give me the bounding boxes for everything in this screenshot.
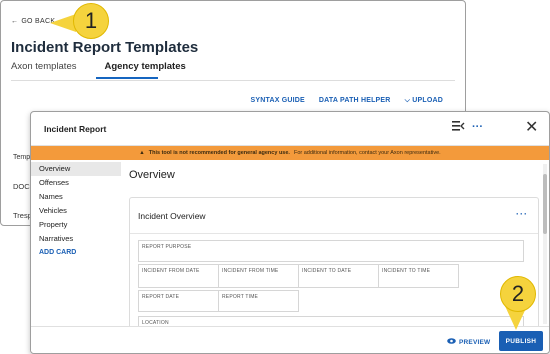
- go-back-link[interactable]: ← GO BACK: [11, 18, 55, 25]
- report-purpose-field[interactable]: REPORT PURPOSE: [138, 240, 524, 262]
- content-scrollbar[interactable]: [543, 164, 547, 324]
- card-more-icon[interactable]: ···: [516, 209, 528, 219]
- upload-label: UPLOAD: [412, 97, 443, 104]
- warning-bold-text: This tool is not recommended for general…: [148, 150, 290, 156]
- preview-label: PREVIEW: [459, 338, 491, 346]
- template-tabs: Axon templates Agency templates: [11, 61, 186, 72]
- add-card-button[interactable]: ADD CARD: [31, 246, 121, 260]
- upload-button[interactable]: ⌵ UPLOAD: [405, 97, 443, 105]
- chevron-down-icon: ⌵: [404, 97, 411, 104]
- page-title: Incident Report Templates: [11, 39, 199, 56]
- sidebar-item-names[interactable]: Names: [31, 190, 121, 204]
- close-icon[interactable]: ✕: [525, 117, 538, 137]
- incident-to-date-field[interactable]: INCIDENT TO DATE: [298, 264, 379, 288]
- tab-axon-templates[interactable]: Axon templates: [11, 61, 76, 72]
- modal-header: Incident Report ··· ✕: [31, 112, 549, 146]
- eye-icon: [447, 338, 456, 346]
- warning-banner: ▲ This tool is not recommended for gener…: [31, 146, 549, 160]
- incident-overview-card: Incident Overview ··· REPORT PURPOSE INC…: [129, 197, 539, 347]
- sidebar-item-overview[interactable]: Overview: [31, 162, 121, 176]
- section-sidebar: Overview Offenses Names Vehicles Propert…: [31, 162, 121, 332]
- incident-to-time-field[interactable]: INCIDENT TO TIME: [378, 264, 459, 288]
- report-time-field[interactable]: REPORT TIME: [218, 290, 299, 312]
- publish-button[interactable]: PUBLISH: [499, 331, 543, 351]
- screenshot-stage: ← GO BACK Incident Report Templates Axon…: [0, 0, 550, 354]
- editor-content: Overview Incident Overview ··· REPORT PU…: [121, 160, 545, 347]
- tabs-divider: [11, 80, 455, 81]
- arrow-left-icon: ←: [11, 18, 19, 25]
- step-callout-1: 1: [73, 3, 109, 39]
- card-divider: [130, 233, 538, 234]
- more-horizontal-icon[interactable]: ···: [472, 121, 483, 133]
- incident-from-time-field[interactable]: INCIDENT FROM TIME: [218, 264, 299, 288]
- section-title: Overview: [129, 169, 175, 181]
- sidebar-item-property[interactable]: Property: [31, 218, 121, 232]
- step-callout-2: 2: [500, 276, 536, 312]
- sidebar-item-vehicles[interactable]: Vehicles: [31, 204, 121, 218]
- syntax-guide-button[interactable]: SYNTAX GUIDE: [251, 97, 305, 105]
- sidebar-item-narratives[interactable]: Narratives: [31, 232, 121, 246]
- report-date-field[interactable]: REPORT DATE: [138, 290, 219, 312]
- tab-agency-templates[interactable]: Agency templates: [104, 61, 185, 72]
- active-tab-indicator: [96, 77, 158, 79]
- filter-list-icon[interactable]: [452, 121, 465, 134]
- table-header-cell: Temp: [13, 154, 31, 161]
- card-title: Incident Overview: [138, 211, 206, 221]
- preview-button[interactable]: PREVIEW: [447, 338, 490, 346]
- callout-pointer: [50, 14, 76, 32]
- data-path-helper-button[interactable]: DATA PATH HELPER: [319, 97, 391, 105]
- scrollbar-thumb[interactable]: [543, 174, 547, 234]
- modal-footer: PREVIEW PUBLISH: [31, 326, 549, 353]
- sidebar-item-offenses[interactable]: Offenses: [31, 176, 121, 190]
- template-actions: SYNTAX GUIDE DATA PATH HELPER ⌵ UPLOAD: [251, 97, 443, 105]
- warning-text: For additional information, contact your…: [293, 150, 441, 156]
- modal-title: Incident Report: [44, 124, 107, 134]
- incident-report-editor-modal: Incident Report ··· ✕ ▲ This tool is not…: [30, 111, 550, 354]
- incident-from-date-field[interactable]: INCIDENT FROM DATE: [138, 264, 219, 288]
- warning-icon: ▲: [139, 150, 145, 156]
